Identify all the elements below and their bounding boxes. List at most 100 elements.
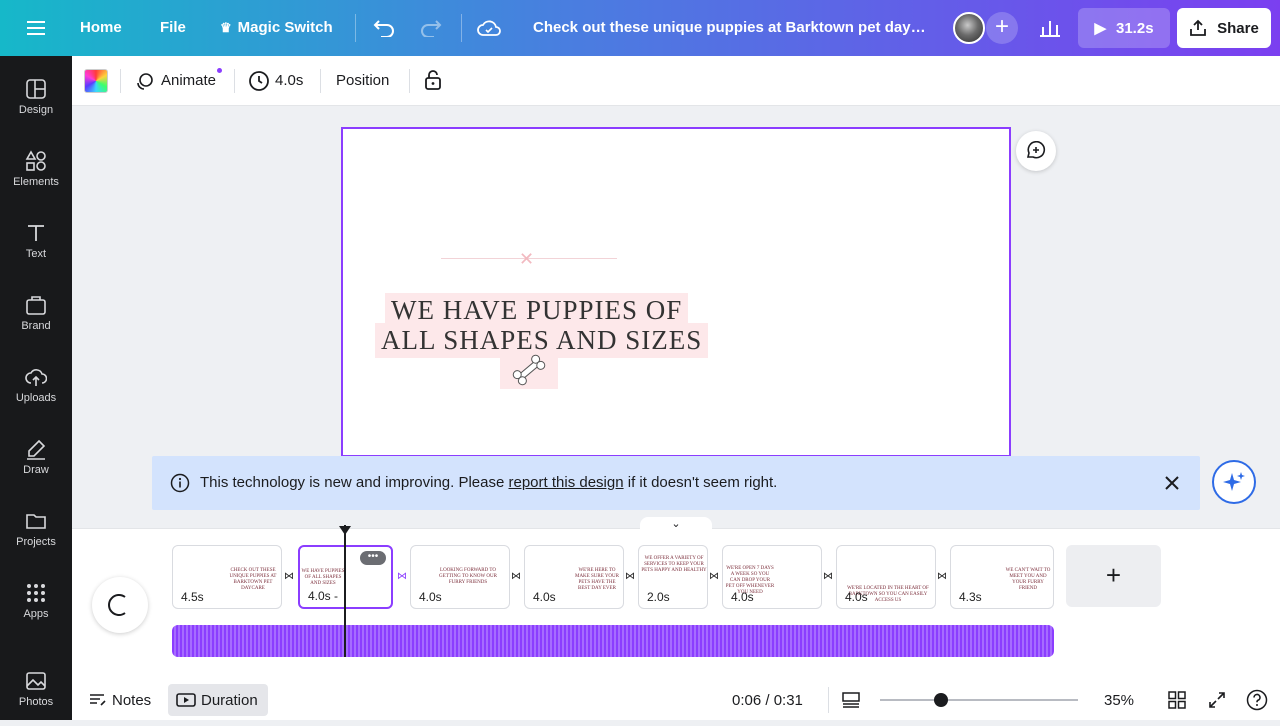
grid-view-icon[interactable] (1168, 691, 1186, 709)
time-readout: 0:06 / 0:31 (732, 692, 803, 709)
fullscreen-icon[interactable] (1208, 691, 1226, 709)
new-badge-dot (217, 68, 222, 73)
sidebar-item-label: Text (25, 248, 47, 260)
sidebar-item-text[interactable]: Text (0, 214, 72, 278)
play-button[interactable]: ▶ 31.2s (1078, 8, 1170, 48)
redo-icon[interactable] (415, 12, 447, 44)
add-page-button[interactable]: + (1066, 545, 1161, 607)
sidebar-item-photos[interactable]: Photos (0, 662, 72, 726)
timeline-clip-8[interactable]: WE CAN'T WAIT TO MEET YOU AND YOUR FURRY… (950, 545, 1054, 609)
collapse-timeline-button[interactable]: ⌄ (640, 517, 712, 531)
chevron-down-icon: ⌄ (671, 518, 681, 530)
undo-icon[interactable] (368, 12, 400, 44)
clock-icon (248, 70, 270, 92)
close-icon[interactable] (1162, 473, 1182, 493)
clip-duration: 4.0s (845, 590, 868, 604)
sidebar-item-apps[interactable]: Apps (0, 574, 72, 638)
clip-thumbnail-text: LOOKING FORWARD TO GETTING TO KNOW OUR F… (439, 568, 497, 585)
add-collaborator-button[interactable]: + (986, 12, 1018, 44)
design-canvas-page[interactable]: ✕ WE HAVE PUPPIES OF ALL SHAPES AND SIZE… (341, 127, 1011, 457)
lock-icon[interactable] (424, 69, 442, 91)
help-icon[interactable] (1246, 689, 1268, 711)
home-button[interactable]: Home (80, 0, 122, 56)
timeline-clip-4[interactable]: WE'RE HERE TO MAKE SURE YOUR PETS HAVE T… (524, 545, 624, 609)
play-icon: ▶ (1094, 20, 1106, 37)
timeline-clip-6[interactable]: WE'RE OPEN 7 DAYS A WEEK SO YOU CAN DROP… (722, 545, 822, 609)
playhead-handle-icon[interactable] (339, 523, 351, 535)
photos-icon (26, 672, 46, 690)
share-button[interactable]: Share (1177, 8, 1271, 48)
banner-text-after: if it doesn't seem right. (623, 474, 778, 491)
sidebar-item-elements[interactable]: Elements (0, 142, 72, 206)
transition-icon[interactable]: ⋈ (509, 571, 523, 583)
duration-toggle-button[interactable]: Duration (168, 684, 268, 716)
bone-icon[interactable] (500, 351, 558, 389)
sidebar-item-draw[interactable]: Draw (0, 430, 72, 494)
timeline-clip-7[interactable]: WE'RE LOCATED IN THE HEART OF BARKTOWN S… (836, 545, 936, 609)
add-comment-button[interactable] (1016, 131, 1056, 171)
transition-icon[interactable]: ⋈ (707, 571, 721, 583)
magic-switch-button[interactable]: ♛ Magic Switch (220, 0, 333, 56)
timeline-clip-5[interactable]: WE OFFER A VARIETY OF SERVICES TO KEEP Y… (638, 545, 708, 609)
avatar[interactable] (953, 12, 985, 44)
more-options-button[interactable]: ••• (360, 551, 386, 565)
animate-button[interactable]: Animate (161, 56, 216, 106)
design-title[interactable]: Check out these unique puppies at Barkto… (533, 0, 933, 56)
elements-icon (25, 150, 46, 171)
timeline-panel: ⌄ CHECK OUT THESE UNIQUE PUPPIES AT BARK… (72, 517, 1280, 720)
clip-duration: 4.0s (533, 590, 556, 604)
plus-icon: + (1105, 560, 1122, 590)
divider (355, 14, 356, 42)
sidebar-item-uploads[interactable]: Uploads (0, 358, 72, 422)
clip-thumbnail-text: WE HAVE PUPPIES OF ALL SHAPES AND SIZES (301, 569, 345, 586)
zoom-slider[interactable] (880, 693, 1078, 707)
divider (409, 69, 410, 93)
report-design-link[interactable]: report this design (509, 474, 624, 491)
magic-assistant-button[interactable] (1212, 460, 1256, 504)
play-duration: 31.2s (1116, 19, 1154, 37)
playback-toggle-button[interactable] (92, 577, 148, 633)
playhead[interactable] (344, 525, 346, 657)
sparkle-icon (1223, 472, 1245, 491)
zoom-slider-handle[interactable] (934, 693, 949, 707)
transition-icon[interactable]: ⋈ (935, 571, 949, 583)
transition-icon[interactable]: ⋈ (623, 571, 637, 583)
banner-message: This technology is new and improving. Pl… (200, 456, 777, 510)
transition-icon[interactable]: ⋈ (282, 571, 296, 583)
audio-track[interactable] (172, 625, 1054, 657)
text-icon (28, 225, 44, 241)
clip-duration: 4.3s (959, 590, 982, 604)
brand-icon (26, 296, 46, 315)
sidebar-item-label: Photos (18, 696, 54, 708)
transition-icon[interactable]: ⋈ (395, 571, 409, 583)
divider (120, 69, 121, 93)
duration-button[interactable]: 4.0s (275, 56, 303, 106)
page-view-icon[interactable] (842, 691, 860, 709)
crown-icon: ♛ (220, 20, 232, 35)
insights-icon[interactable] (1034, 12, 1066, 44)
timeline-clip-3[interactable]: LOOKING FORWARD TO GETTING TO KNOW OUR F… (410, 545, 510, 609)
sidebar-item-brand[interactable]: Brand (0, 286, 72, 350)
info-icon (170, 473, 190, 493)
sidebar-item-projects[interactable]: Projects (0, 502, 72, 566)
menu-icon[interactable] (20, 12, 52, 44)
transition-icon[interactable]: ⋈ (821, 571, 835, 583)
design-icon (26, 79, 46, 99)
sidebar-item-label: Elements (13, 176, 59, 188)
notes-button[interactable]: Notes (112, 692, 151, 709)
sidebar-item-design[interactable]: Design (0, 70, 72, 134)
position-button[interactable]: Position (336, 56, 389, 106)
color-picker-button[interactable] (84, 69, 108, 93)
uploads-icon (25, 369, 47, 386)
apps-icon (27, 584, 45, 602)
timeline-clip-1[interactable]: CHECK OUT THESE UNIQUE PUPPIES AT BARKTO… (172, 545, 282, 609)
duration-toggle-label: Duration (201, 692, 258, 709)
clip-duration: 4.5s (181, 590, 204, 604)
file-menu-button[interactable]: File (160, 0, 186, 56)
sidebar-item-label: Projects (16, 536, 56, 548)
clip-duration: 2.0s (647, 590, 670, 604)
zoom-level[interactable]: 35% (1104, 692, 1134, 709)
clip-thumbnail-text: WE CAN'T WAIT TO MEET YOU AND YOUR FURRY… (1005, 568, 1051, 591)
editor-toolbar: Animate 4.0s Position (72, 56, 1280, 106)
cloud-sync-icon[interactable] (473, 12, 505, 44)
